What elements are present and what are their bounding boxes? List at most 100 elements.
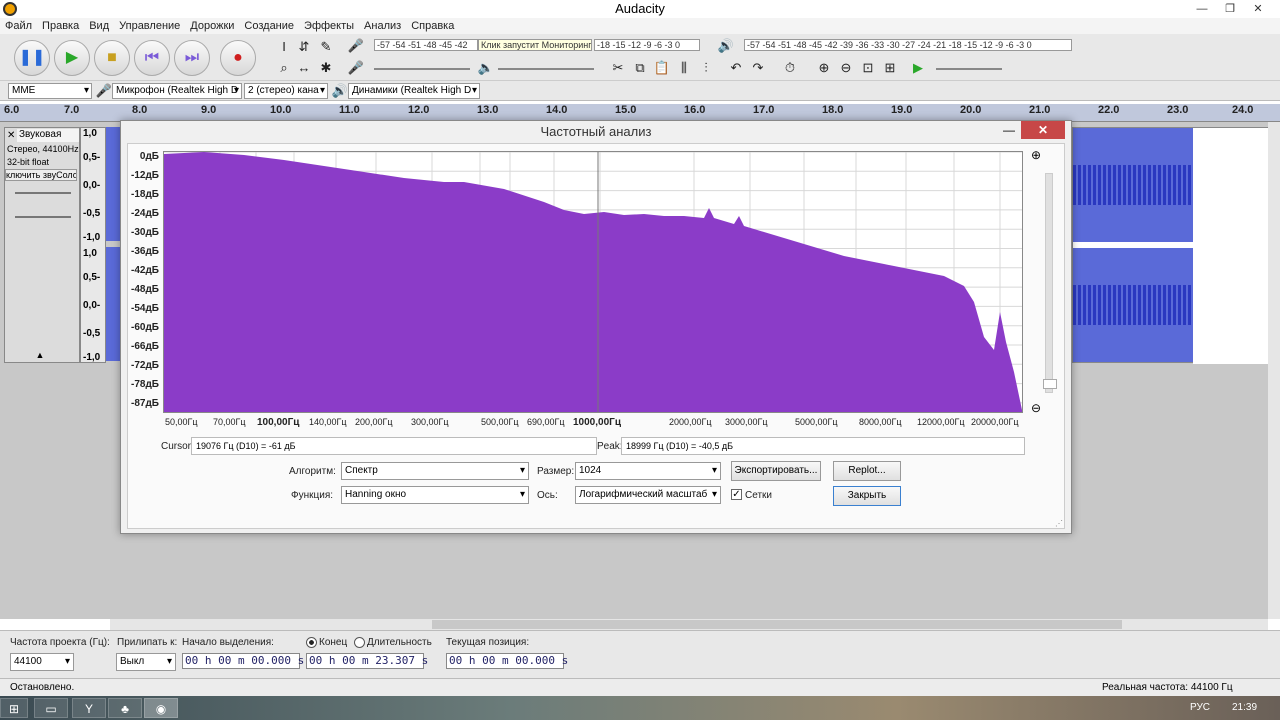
track-name-menu[interactable]: Звуковая — [17, 129, 79, 142]
skip-end-button[interactable]: ⏭ — [174, 40, 210, 76]
record-meter-right[interactable]: -18 -15 -12 -9 -6 -3 0 — [594, 39, 700, 51]
track-scale-label: 1,0 — [83, 248, 97, 259]
speaker-volume-slider[interactable] — [498, 68, 594, 70]
sync-lock-icon[interactable]: ⏱ — [780, 58, 800, 78]
undo-icon[interactable]: ↶ — [726, 58, 746, 78]
x-axis-label: 20000,00Гц — [971, 417, 1019, 427]
menu-file[interactable]: Файл — [0, 18, 37, 34]
track-close-icon[interactable]: ✕ — [7, 130, 15, 141]
y-axis-label: -60дБ — [131, 322, 159, 333]
vertical-scrollbar[interactable] — [1268, 122, 1280, 619]
track-control-panel: ✕ Звуковая Стерео, 44100Hz 32-bit float … — [4, 127, 80, 363]
audio-position-time[interactable]: 00 h 00 m 00.000 s — [446, 653, 568, 669]
close-button[interactable]: ✕ — [1244, 0, 1272, 18]
play-button[interactable]: ▶ — [54, 40, 90, 76]
fit-selection-icon[interactable]: ⊡ — [858, 58, 878, 78]
copy-icon[interactable]: ⧉ — [630, 58, 650, 78]
dialog-minimize-button[interactable]: — — [1003, 123, 1015, 137]
menu-view[interactable]: Вид — [84, 18, 114, 34]
redo-icon[interactable]: ↷ — [748, 58, 768, 78]
plot-zoom-in-icon[interactable]: ⊕ — [1031, 148, 1041, 162]
audio-host-select[interactable]: MME — [8, 83, 92, 99]
minimize-button[interactable]: — — [1188, 0, 1216, 18]
y-axis-label: -12дБ — [131, 170, 159, 181]
zoom-tool-icon[interactable]: ⌕ — [274, 58, 294, 78]
play-meter-speaker-icon[interactable]: 🔊 — [716, 36, 736, 56]
selection-end-time[interactable]: 00 h 00 m 23.307 s — [306, 653, 428, 669]
yandex-browser-icon[interactable]: Y — [72, 698, 106, 718]
cut-icon[interactable]: ✂ — [608, 58, 628, 78]
start-icon[interactable]: ⊞ — [0, 698, 28, 718]
explorer-icon[interactable]: ▭ — [34, 698, 68, 718]
menu-help[interactable]: Справка — [406, 18, 459, 34]
timeshift-tool-icon[interactable]: ↔ — [294, 58, 314, 78]
menu-tracks[interactable]: Дорожки — [185, 18, 239, 34]
menu-effects[interactable]: Эффекты — [299, 18, 359, 34]
fit-project-icon[interactable]: ⊞ — [880, 58, 900, 78]
app-tree-icon[interactable]: ♣ — [108, 698, 142, 718]
resize-grip-icon[interactable]: ⋰ — [1055, 519, 1063, 528]
envelope-tool-icon[interactable]: ⇵ — [294, 37, 314, 57]
selection-start-time[interactable]: 00 h 00 m 00.000 s — [182, 653, 304, 669]
record-button[interactable]: ● — [220, 40, 256, 76]
horizontal-scrollbar[interactable] — [110, 619, 1268, 630]
pause-button[interactable]: ❚❚ — [14, 40, 50, 76]
skip-start-button[interactable]: ⏮ — [134, 40, 170, 76]
maximize-button[interactable]: ❐ — [1216, 0, 1244, 18]
draw-tool-icon[interactable]: ✎ — [316, 37, 336, 57]
size-select[interactable]: 1024 — [575, 462, 721, 480]
spectrum-plot[interactable] — [163, 151, 1023, 413]
mic-volume-slider[interactable] — [374, 68, 470, 70]
play-meter[interactable]: -57 -54 -51 -48 -45 -42 -39 -36 -33 -30 … — [744, 39, 1072, 51]
stop-button[interactable]: ■ — [94, 40, 130, 76]
peak-value: 18999 Гц (D10) = -40,5 дБ — [621, 437, 1025, 455]
selection-tool-icon[interactable]: I — [274, 37, 294, 57]
replot-button[interactable]: Replot... — [833, 461, 901, 481]
export-button[interactable]: Экспортировать... — [731, 461, 821, 481]
plot-zoom-slider[interactable] — [1045, 173, 1053, 393]
trim-icon[interactable]: ⫼ — [674, 58, 694, 78]
horizontal-scroll-thumb[interactable] — [432, 620, 1122, 629]
length-radio[interactable] — [354, 637, 365, 648]
end-radio[interactable] — [306, 637, 317, 648]
grid-checkbox[interactable]: ✓ — [731, 489, 742, 500]
dialog-close-x-button[interactable]: ✕ — [1021, 121, 1065, 139]
play-speed-slider[interactable] — [936, 68, 1002, 70]
gain-slider[interactable] — [15, 192, 71, 194]
multi-tool-icon[interactable]: ✱ — [316, 58, 336, 78]
silence-icon[interactable]: ⫶ — [696, 58, 716, 78]
function-select[interactable]: Hanning окно — [341, 486, 529, 504]
menu-analyze[interactable]: Анализ — [359, 18, 406, 34]
track-waveform-visible[interactable] — [1072, 127, 1269, 364]
axis-select[interactable]: Логарифмический масштаб — [575, 486, 721, 504]
zoom-in-icon[interactable]: ⊕ — [814, 58, 834, 78]
project-rate-select[interactable]: 44100 — [10, 653, 74, 671]
play-at-speed-icon[interactable]: ▶ — [908, 58, 928, 78]
plot-zoom-out-icon[interactable]: ⊖ — [1031, 401, 1041, 415]
paste-icon[interactable]: 📋 — [652, 58, 672, 78]
track-scale-label: -0,5 — [83, 208, 101, 219]
snap-select[interactable]: Выкл — [116, 653, 176, 671]
zoom-out-icon[interactable]: ⊖ — [836, 58, 856, 78]
pan-slider[interactable] — [15, 216, 71, 218]
language-indicator[interactable]: РУС — [1190, 702, 1210, 713]
y-axis-label: -54дБ — [131, 303, 159, 314]
menu-generate[interactable]: Создание — [239, 18, 299, 34]
project-rate-label: Частота проекта (Гц): — [10, 637, 110, 648]
playback-device-select[interactable]: Динамики (Realtek High D — [348, 83, 480, 99]
close-dialog-button[interactable]: Закрыть — [833, 486, 901, 506]
ruler-tick-label: 8.0 — [132, 104, 148, 116]
record-meter-left[interactable]: -57 -54 -51 -48 -45 -42 — [374, 39, 478, 51]
plot-zoom-slider-thumb[interactable] — [1043, 379, 1057, 389]
collapse-icon[interactable]: ▲ — [9, 350, 71, 360]
record-meter-mic-icon[interactable]: 🎤 — [346, 36, 366, 56]
track-scale-label: 0,5- — [83, 152, 101, 163]
clock[interactable]: 21:39 — [1232, 702, 1257, 713]
mute-solo-buttons[interactable]: ключить звуСоло — [5, 169, 77, 181]
menu-transport[interactable]: Управление — [114, 18, 185, 34]
audacity-task-icon[interactable]: ◉ — [144, 698, 178, 718]
record-device-select[interactable]: Микрофон (Realtek High D — [112, 83, 242, 99]
menu-edit[interactable]: Правка — [37, 18, 84, 34]
algorithm-select[interactable]: Спектр — [341, 462, 529, 480]
channels-select[interactable]: 2 (стерео) кана — [244, 83, 328, 99]
